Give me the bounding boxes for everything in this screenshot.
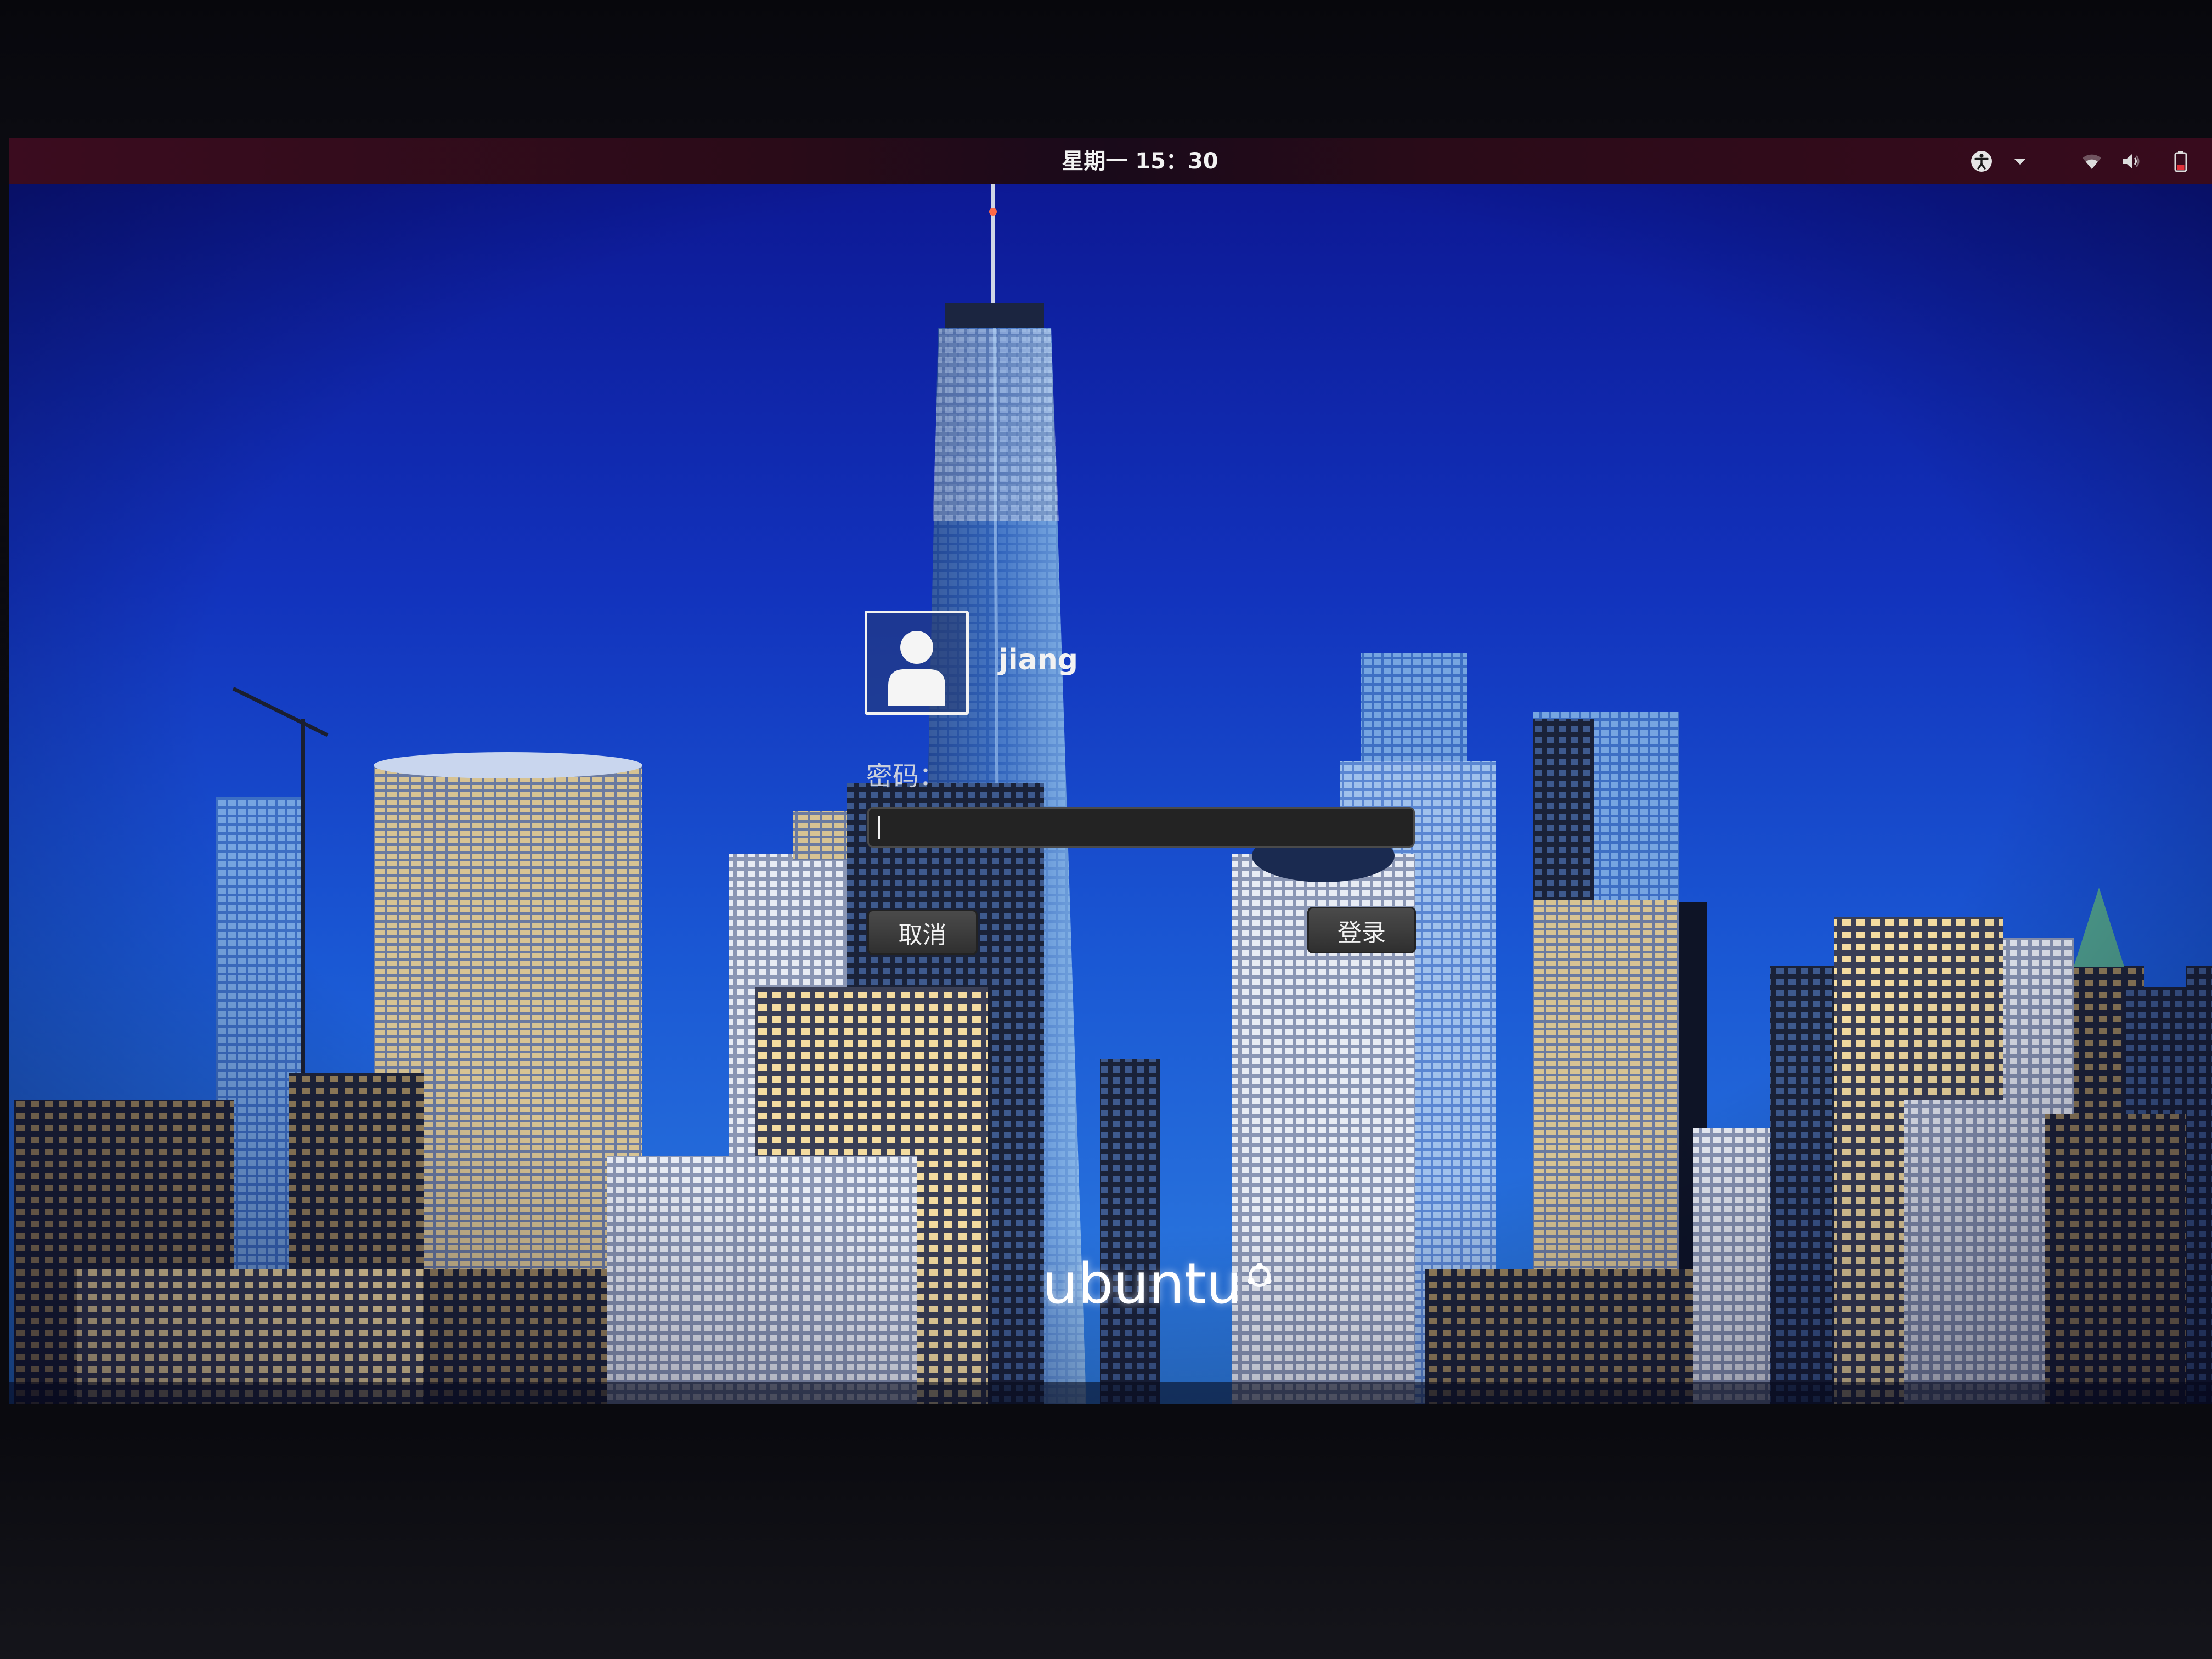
screen-vignette — [9, 138, 2212, 1404]
user-avatar-icon — [888, 631, 945, 706]
volume-icon[interactable] — [2120, 150, 2142, 172]
cancel-button[interactable]: 取消 — [867, 910, 978, 955]
circle-of-friends-icon — [1245, 1262, 1274, 1290]
accessibility-icon[interactable] — [1970, 149, 1994, 173]
clock[interactable]: 星期一 15：30 — [1062, 138, 1218, 184]
user-avatar[interactable] — [865, 611, 969, 715]
ubuntu-logo: ubuntu — [1042, 1251, 1242, 1317]
login-button[interactable]: 登录 — [1307, 907, 1416, 953]
user-name: jiang — [998, 644, 1078, 676]
password-input[interactable] — [867, 807, 1415, 848]
text-cursor — [878, 816, 880, 839]
battery-icon[interactable] — [2169, 149, 2193, 173]
chevron-down-icon[interactable] — [2010, 151, 2030, 171]
wifi-icon[interactable] — [2081, 150, 2103, 172]
top-bar: 星期一 15：30 — [9, 138, 2212, 184]
password-label: 密码： — [866, 761, 946, 792]
